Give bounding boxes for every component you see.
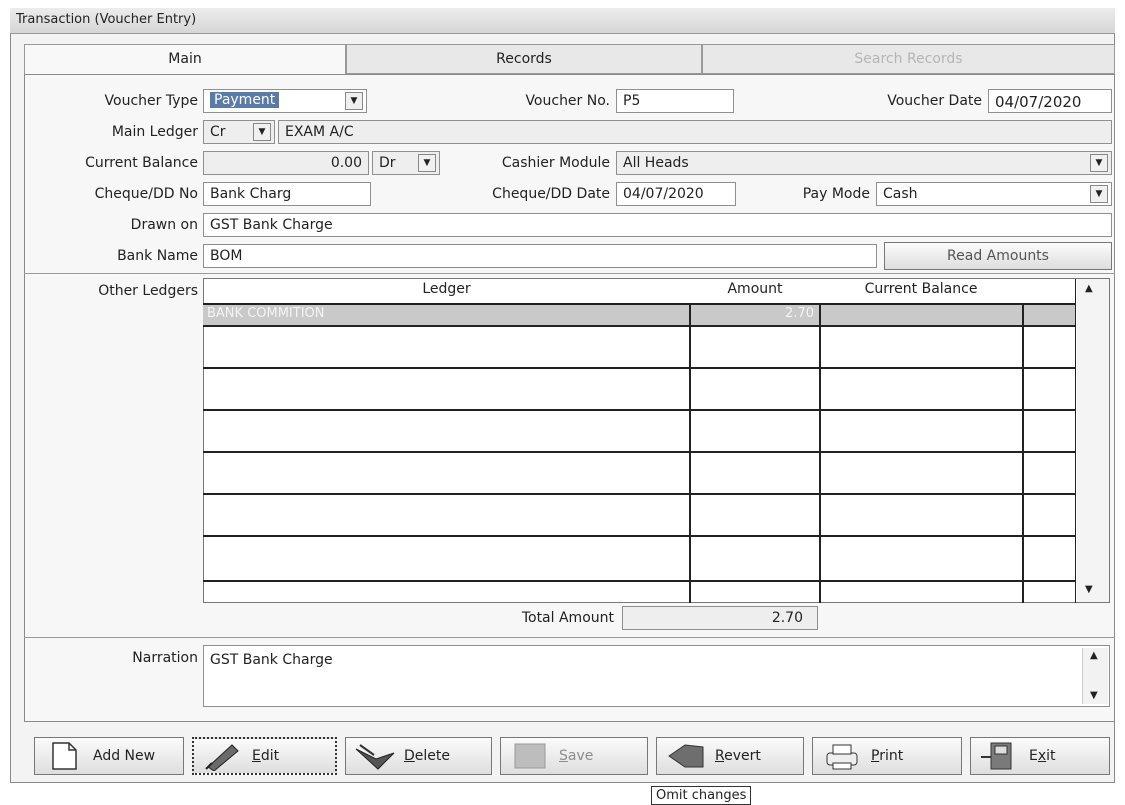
column-divider: [1022, 303, 1024, 603]
exit-button[interactable]: Exit: [970, 737, 1110, 775]
bank-name-field[interactable]: BOM: [203, 244, 877, 268]
voucher-date-field[interactable]: 04/07/2020: [988, 89, 1112, 113]
scroll-down-icon[interactable]: ▼: [1090, 690, 1098, 701]
column-divider: [819, 303, 821, 603]
row-divider: [203, 325, 1076, 327]
narration-textarea[interactable]: GST Bank Charge: [203, 645, 1110, 707]
voucher-no-field[interactable]: P5: [616, 89, 734, 113]
main-ledger-crdr-value: Cr: [210, 124, 226, 140]
revert-label: Revert: [715, 748, 761, 764]
revert-button[interactable]: Revert: [656, 737, 804, 775]
row-divider: [203, 535, 1076, 537]
edit-label: Edit: [252, 748, 280, 764]
current-balance-field: 0.00: [203, 151, 369, 175]
chevron-down-icon[interactable]: ▼: [418, 154, 436, 172]
row-divider: [203, 367, 1076, 369]
voucher-type-select[interactable]: Payment ▼: [203, 89, 367, 113]
row-ledger-cell[interactable]: BANK COMMITION: [207, 306, 687, 321]
print-button[interactable]: Print: [812, 737, 962, 775]
column-divider: [1075, 279, 1076, 603]
row-divider: [203, 409, 1076, 411]
delete-icon: [355, 744, 395, 770]
cashier-module-value: All Heads: [623, 155, 689, 171]
column-header-ledger[interactable]: Ledger: [203, 281, 690, 297]
printer-icon: [826, 744, 858, 770]
exit-label: Exit: [1029, 748, 1056, 764]
section-divider: [24, 273, 1115, 274]
main-ledger-crdr-select[interactable]: Cr ▼: [203, 120, 275, 144]
cheque-date-label: Cheque/DD Date: [492, 186, 610, 202]
pencil-icon: [205, 744, 239, 771]
scroll-up-icon[interactable]: ▲: [1085, 283, 1093, 294]
tooltip: Omit changes: [651, 786, 752, 805]
save-button[interactable]: Save: [500, 737, 648, 775]
tab-search-records[interactable]: Search Records: [702, 44, 1115, 74]
total-amount-label: Total Amount: [521, 610, 614, 626]
other-ledgers-label: Other Ledgers: [98, 283, 198, 299]
add-new-label: Add New: [93, 748, 156, 764]
new-document-icon: [52, 742, 77, 770]
drawn-on-label: Drawn on: [130, 217, 198, 233]
voucher-type-value: Payment: [210, 92, 280, 108]
column-header-current-balance[interactable]: Current Balance: [820, 281, 1022, 297]
scroll-up-icon[interactable]: ▲: [1090, 650, 1098, 661]
main-ledger-field[interactable]: EXAM A/C: [278, 120, 1112, 144]
cashier-module-label: Cashier Module: [501, 155, 610, 171]
voucher-type-label: Voucher Type: [104, 93, 198, 109]
pay-mode-label: Pay Mode: [802, 186, 870, 202]
edit-button[interactable]: Edit: [192, 737, 337, 775]
voucher-no-label: Voucher No.: [525, 93, 610, 109]
exit-door-icon: [981, 742, 1012, 770]
window-title: Transaction (Voucher Entry): [10, 8, 1115, 34]
add-new-button[interactable]: Add New: [34, 737, 184, 775]
pay-mode-select[interactable]: Cash ▼: [876, 182, 1112, 206]
revert-icon: [668, 744, 704, 768]
read-amounts-button[interactable]: Read Amounts: [884, 242, 1112, 270]
save-label: Save: [559, 748, 594, 764]
pay-mode-value: Cash: [883, 186, 918, 202]
row-divider: [203, 493, 1076, 495]
section-divider: [24, 637, 1115, 638]
row-amount-cell[interactable]: 2.70: [692, 306, 814, 321]
print-label: Print: [871, 748, 904, 764]
drawn-on-field[interactable]: GST Bank Charge: [203, 213, 1112, 237]
chevron-down-icon[interactable]: ▼: [1090, 185, 1108, 203]
table-scrollbar[interactable]: [1077, 279, 1109, 602]
row-divider: [203, 580, 1076, 582]
current-balance-drcr-select[interactable]: Dr ▼: [372, 151, 440, 175]
save-icon: [514, 743, 546, 769]
cheque-date-field[interactable]: 04/07/2020: [616, 182, 736, 206]
row-divider: [203, 451, 1076, 453]
chevron-down-icon[interactable]: ▼: [345, 92, 363, 110]
tab-main[interactable]: Main: [24, 44, 346, 74]
cheque-no-label: Cheque/DD No: [94, 186, 198, 202]
scroll-down-icon[interactable]: ▼: [1085, 584, 1093, 595]
tab-records[interactable]: Records: [346, 44, 702, 74]
voucher-date-label: Voucher Date: [887, 93, 982, 109]
cheque-no-field[interactable]: Bank Charg: [203, 182, 371, 206]
column-divider: [689, 303, 691, 603]
current-balance-label: Current Balance: [85, 155, 198, 171]
main-ledger-label: Main Ledger: [111, 124, 198, 140]
chevron-down-icon[interactable]: ▼: [1090, 154, 1108, 172]
delete-button[interactable]: Delete: [345, 737, 492, 775]
column-header-amount[interactable]: Amount: [690, 281, 820, 297]
chevron-down-icon[interactable]: ▼: [253, 123, 271, 141]
total-amount-field: 2.70: [622, 606, 818, 630]
bank-name-label: Bank Name: [117, 248, 198, 264]
current-balance-drcr-value: Dr: [379, 155, 396, 171]
cashier-module-select[interactable]: All Heads ▼: [616, 151, 1112, 175]
narration-label: Narration: [132, 650, 198, 666]
delete-label: Delete: [404, 748, 450, 764]
